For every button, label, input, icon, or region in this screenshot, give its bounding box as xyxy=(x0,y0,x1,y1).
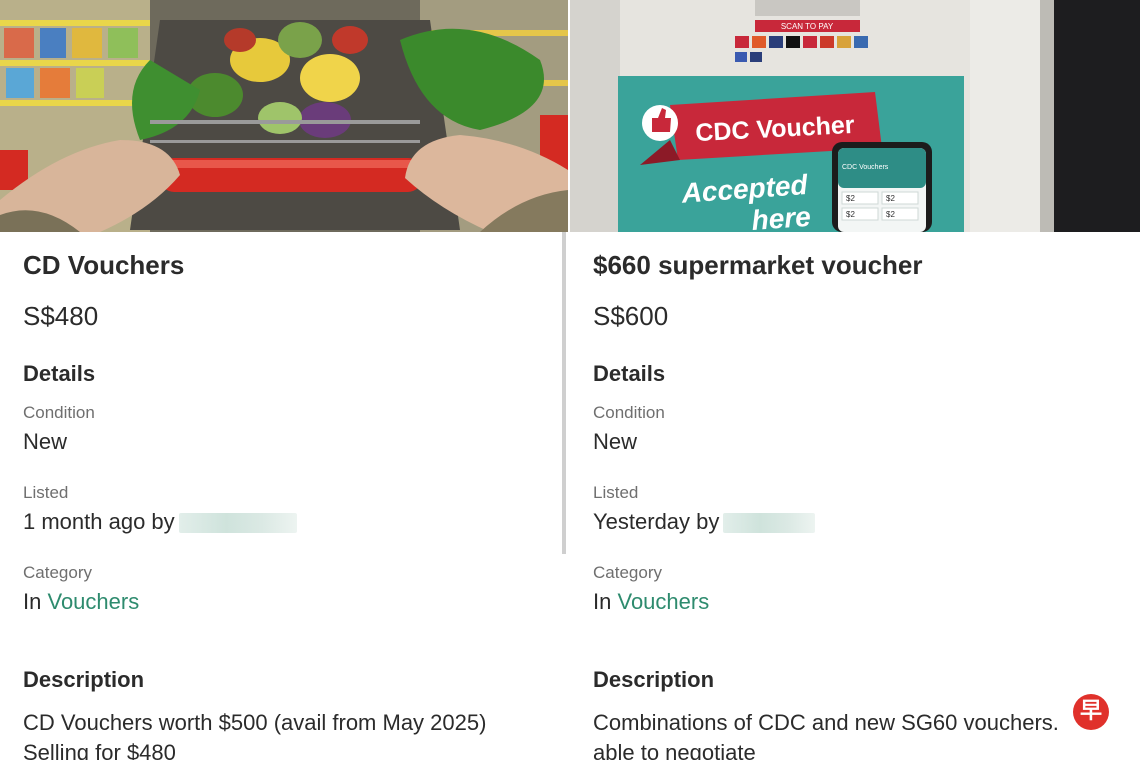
condition-value: New xyxy=(593,429,638,454)
here-text: here xyxy=(751,201,812,232)
listing-price: S$480 xyxy=(23,301,99,331)
listing-card-left: CD Vouchers S$480 Details Condition New … xyxy=(0,0,568,760)
listing-info-left: CD Vouchers S$480 Details Condition New … xyxy=(23,248,558,760)
category-value: In Vouchers xyxy=(23,588,139,616)
category-prefix: In xyxy=(593,589,612,614)
publisher-logo-icon: 早 xyxy=(1073,694,1109,730)
category-link-vouchers[interactable]: Vouchers xyxy=(617,589,709,614)
description-line-1: Combinations of CDC and new SG60 voucher… xyxy=(593,710,1059,735)
category-label: Category xyxy=(593,563,662,582)
seller-name-redacted[interactable] xyxy=(723,513,816,534)
listed-label: Listed xyxy=(23,483,69,502)
category-prefix: In xyxy=(23,589,42,614)
phone-amount-2: $2 xyxy=(886,194,895,203)
listing-photo-cdc-poster[interactable]: SCAN TO PAY CDC Voucher Accepted here CD… xyxy=(570,0,1140,232)
category-value: In Vouchers xyxy=(593,588,709,616)
phone-amount-4: $2 xyxy=(886,210,895,219)
listing-info-right: $660 supermarket voucher S$600 Details C… xyxy=(593,248,1130,760)
listed-label: Listed xyxy=(593,483,639,502)
listed-value: 1 month ago by xyxy=(23,508,297,536)
category-label: Category xyxy=(23,563,92,582)
details-heading: Details xyxy=(23,361,96,386)
listed-time: 1 month ago by xyxy=(23,509,175,534)
phone-header-text: CDC Vouchers xyxy=(842,164,889,171)
listing-title[interactable]: CD Vouchers xyxy=(23,248,558,282)
condition-value: New xyxy=(23,429,68,454)
description-line-2: Selling for $480 xyxy=(23,740,176,760)
details-heading: Details xyxy=(593,361,666,386)
listing-card-right: SCAN TO PAY CDC Voucher Accepted here CD… xyxy=(570,0,1140,760)
description-heading: Description xyxy=(23,667,145,692)
condition-label: Condition xyxy=(593,403,665,422)
category-link-vouchers[interactable]: Vouchers xyxy=(47,589,139,614)
listing-photo-shopping-cart[interactable] xyxy=(0,0,568,232)
listing-price: S$600 xyxy=(593,301,669,331)
cdc-voucher-poster-image: SCAN TO PAY CDC Voucher Accepted here CD… xyxy=(570,0,1140,232)
phone-amount-1: $2 xyxy=(846,194,855,203)
shopping-cart-image xyxy=(0,0,568,232)
panel-divider xyxy=(562,232,566,554)
description-line-1: CD Vouchers worth $500 (avail from May 2… xyxy=(23,710,487,735)
description-line-2: able to negotiate xyxy=(593,740,756,760)
listed-value: Yesterday by xyxy=(593,508,816,536)
scan-to-pay-text: SCAN TO PAY xyxy=(781,22,834,31)
phone-amount-3: $2 xyxy=(846,210,855,219)
condition-label: Condition xyxy=(23,403,95,422)
listing-title[interactable]: $660 supermarket voucher xyxy=(593,248,1130,282)
seller-name-redacted[interactable] xyxy=(178,513,297,534)
description-heading: Description xyxy=(593,667,715,692)
listed-time: Yesterday by xyxy=(593,509,720,534)
